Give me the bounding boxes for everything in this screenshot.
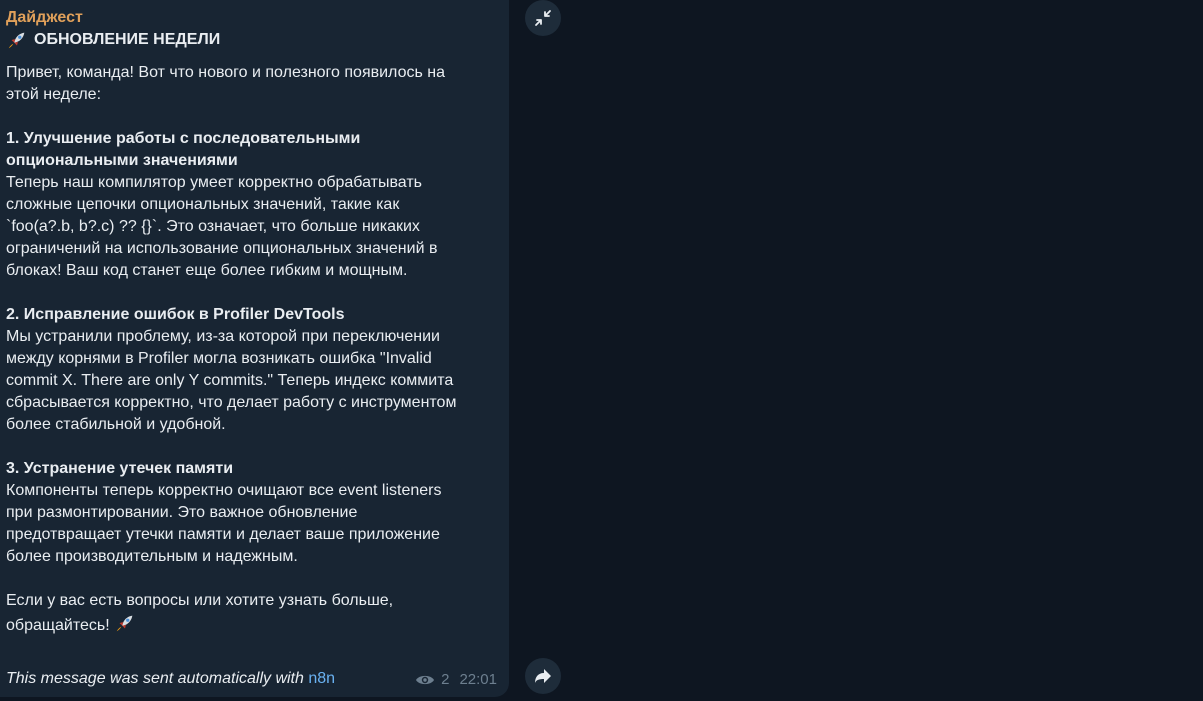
section-1-heading-line-2: опциональными значениями	[6, 152, 238, 169]
outro-line-1: Если у вас есть вопросы или хотите узнат…	[6, 592, 394, 609]
section-1-heading-line-1: 1. Улучшение работы с последовательными	[6, 130, 361, 147]
intro-line-1: Привет, команда! Вот что нового и полезн…	[6, 64, 445, 81]
collapse-button[interactable]	[525, 0, 561, 36]
section-3-body-line-2: при размонтировании. Это важное обновлен…	[6, 504, 358, 521]
sender-name[interactable]: Дайджест	[6, 8, 503, 28]
view-count: 2	[441, 671, 450, 688]
section-2-body-line-5: более стабильной и удобной.	[6, 416, 226, 433]
section-1-body-line-5: блоках! Ваш код станет еще более гибким …	[6, 262, 408, 279]
section-3-body-line-1: Компоненты теперь корректно очищают все …	[6, 482, 442, 499]
message-title: ОБНОВЛЕНИЕ НЕДЕЛИ	[6, 28, 503, 52]
section-3-body-line-4: более производительным и надежным.	[6, 548, 298, 565]
eye-icon	[416, 675, 435, 685]
section-2-body-line-2: между корнями в Profiler могла возникать…	[6, 350, 432, 367]
section-1-body-line-2: сложные цепочки опциональных значений, т…	[6, 196, 400, 213]
forward-icon	[535, 669, 551, 683]
section-1-body-line-4: ограничений на использование опциональны…	[6, 240, 438, 257]
signature: This message was sent automatically with…	[6, 667, 335, 691]
section-3-body-line-3: предотвращает утечки памяти и делает ваш…	[6, 526, 440, 543]
rocket-icon	[116, 615, 133, 632]
rocket-icon	[8, 32, 25, 49]
section-3-heading: 3. Устранение утечек памяти	[6, 460, 234, 477]
section-2-body-line-4: сбрасывается корректно, что делает работ…	[6, 394, 457, 411]
message-meta: 2 22:01	[415, 672, 497, 688]
n8n-link[interactable]: n8n	[308, 670, 335, 687]
section-2-heading: 2. Исправление ошибок в Profiler DevTool…	[6, 306, 345, 323]
message-time: 22:01	[459, 671, 497, 688]
message-footer: This message was sent automatically with…	[6, 667, 499, 691]
message-bubble[interactable]: Дайджест ОБНОВЛЕНИЕ НЕДЕЛИ Привет, коман…	[0, 0, 509, 697]
section-2-body-line-3: commit X. There are only Y commits." Теп…	[6, 372, 454, 389]
forward-button[interactable]	[525, 658, 561, 694]
outro-line-2-text: обращайтесь!	[6, 617, 110, 634]
outro-line-2: обращайтесь!	[6, 612, 503, 637]
signature-text: This message was sent automatically with	[6, 670, 309, 687]
intro-line-2: этой неделе:	[6, 86, 102, 103]
section-1-body-line-1: Теперь наш компилятор умеет корректно об…	[6, 174, 422, 191]
collapse-icon	[535, 10, 551, 26]
title-text: ОБНОВЛЕНИЕ НЕДЕЛИ	[34, 31, 221, 48]
section-1-body-line-3: `foo(a?.b, b?.c) ?? {}`. Это означает, ч…	[6, 218, 420, 235]
section-2-body-line-1: Мы устранили проблему, из-за которой при…	[6, 328, 440, 345]
